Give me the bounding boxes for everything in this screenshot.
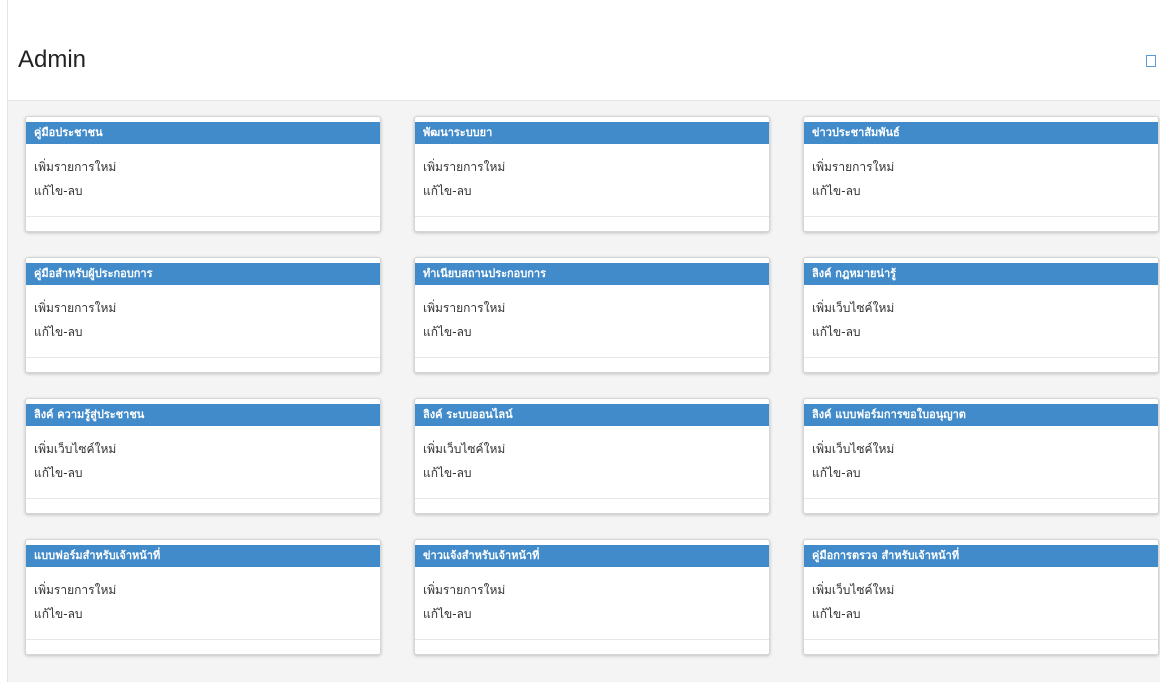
edit-delete-link[interactable]: แก้ไข-ลบ xyxy=(812,605,861,624)
add-new-website-link[interactable]: เพิ่มเว็บไซค์ใหม่ xyxy=(423,440,505,459)
card-online-system-links: ลิงค์ ระบบออนไลน์ เพิ่มเว็บไซค์ใหม่ แก้ไ… xyxy=(414,398,770,514)
card-public-knowledge-links: ลิงค์ ความรู้สู่ประชาชน เพิ่มเว็บไซค์ใหม… xyxy=(25,398,381,514)
card-inspection-manual: คู่มือการตรวจ สำหรับเจ้าหน้าที่ เพิ่มเว็… xyxy=(803,539,1159,655)
admin-page: Admin คู่มือประชาชน เพิ่มรายการใหม่ แก้ไ… xyxy=(0,0,1160,682)
edit-delete-link[interactable]: แก้ไข-ลบ xyxy=(812,464,861,483)
card-title: ลิงค์ ระบบออนไลน์ xyxy=(415,404,769,426)
edit-delete-link[interactable]: แก้ไข-ลบ xyxy=(34,182,83,201)
edit-delete-link[interactable]: แก้ไข-ลบ xyxy=(34,323,83,342)
card-staff-notices: ข่าวแจ้งสำหรับเจ้าหน้าที่ เพิ่มรายการใหม… xyxy=(414,539,770,655)
card-footer xyxy=(415,216,769,231)
edit-delete-link[interactable]: แก้ไข-ลบ xyxy=(34,464,83,483)
card-press-news: ข่าวประชาสัมพันธ์ เพิ่มรายการใหม่ แก้ไข-… xyxy=(803,116,1159,232)
add-new-website-link[interactable]: เพิ่มเว็บไซค์ใหม่ xyxy=(812,299,894,318)
edit-delete-link[interactable]: แก้ไข-ลบ xyxy=(423,182,472,201)
card-footer xyxy=(415,639,769,654)
card-title: คู่มือประชาชน xyxy=(26,122,380,144)
add-new-website-link[interactable]: เพิ่มเว็บไซค์ใหม่ xyxy=(812,581,894,600)
add-new-website-link[interactable]: เพิ่มเว็บไซค์ใหม่ xyxy=(812,440,894,459)
card-title: ข่าวแจ้งสำหรับเจ้าหน้าที่ xyxy=(415,545,769,567)
card-title: ลิงค์ ความรู้สู่ประชาชน xyxy=(26,404,380,426)
add-new-item-link[interactable]: เพิ่มรายการใหม่ xyxy=(34,581,116,600)
add-new-item-link[interactable]: เพิ่มรายการใหม่ xyxy=(34,299,116,318)
page-header: Admin xyxy=(8,22,1160,101)
card-drug-system: พัฒนาระบบยา เพิ่มรายการใหม่ แก้ไข-ลบ xyxy=(414,116,770,232)
card-license-form-links: ลิงค์ แบบฟอร์มการขอใบอนุญาต เพิ่มเว็บไซค… xyxy=(803,398,1159,514)
add-new-item-link[interactable]: เพิ่มรายการใหม่ xyxy=(812,158,894,177)
card-law-links: ลิงค์ กฎหมายน่ารู้ เพิ่มเว็บไซค์ใหม่ แก้… xyxy=(803,257,1159,373)
add-new-item-link[interactable]: เพิ่มรายการใหม่ xyxy=(423,581,505,600)
add-new-item-link[interactable]: เพิ่มรายการใหม่ xyxy=(34,158,116,177)
card-title: ลิงค์ กฎหมายน่ารู้ xyxy=(804,263,1158,285)
card-title: ข่าวประชาสัมพันธ์ xyxy=(804,122,1158,144)
edit-delete-link[interactable]: แก้ไข-ลบ xyxy=(423,605,472,624)
card-operator-manual: คู่มือสำหรับผู้ประกอบการ เพิ่มรายการใหม่… xyxy=(25,257,381,373)
card-footer xyxy=(415,357,769,372)
edit-delete-link[interactable]: แก้ไข-ลบ xyxy=(812,323,861,342)
admin-card-grid: คู่มือประชาชน เพิ่มรายการใหม่ แก้ไข-ลบ พ… xyxy=(8,101,1160,682)
card-staff-forms: แบบฟอร์มสำหรับเจ้าหน้าที่ เพิ่มรายการใหม… xyxy=(25,539,381,655)
card-title: แบบฟอร์มสำหรับเจ้าหน้าที่ xyxy=(26,545,380,567)
card-footer xyxy=(804,639,1158,654)
add-new-item-link[interactable]: เพิ่มรายการใหม่ xyxy=(423,158,505,177)
card-footer xyxy=(26,639,380,654)
card-business-directory: ทำเนียบสถานประกอบการ เพิ่มรายการใหม่ แก้… xyxy=(414,257,770,373)
card-title: ทำเนียบสถานประกอบการ xyxy=(415,263,769,285)
card-people-manual: คู่มือประชาชน เพิ่มรายการใหม่ แก้ไข-ลบ xyxy=(25,116,381,232)
page-title: Admin xyxy=(18,46,87,73)
add-new-website-link[interactable]: เพิ่มเว็บไซค์ใหม่ xyxy=(34,440,116,459)
card-footer xyxy=(26,357,380,372)
card-title: คู่มือการตรวจ สำหรับเจ้าหน้าที่ xyxy=(804,545,1158,567)
card-footer xyxy=(804,216,1158,231)
edit-delete-link[interactable]: แก้ไข-ลบ xyxy=(423,323,472,342)
card-title: คู่มือสำหรับผู้ประกอบการ xyxy=(26,263,380,285)
card-footer xyxy=(26,216,380,231)
card-title: ลิงค์ แบบฟอร์มการขอใบอนุญาต xyxy=(804,404,1158,426)
square-outline-icon[interactable] xyxy=(1146,55,1156,67)
card-footer xyxy=(804,357,1158,372)
add-new-item-link[interactable]: เพิ่มรายการใหม่ xyxy=(423,299,505,318)
card-footer xyxy=(415,498,769,513)
edit-delete-link[interactable]: แก้ไข-ลบ xyxy=(812,182,861,201)
edit-delete-link[interactable]: แก้ไข-ลบ xyxy=(423,464,472,483)
card-footer xyxy=(804,498,1158,513)
edit-delete-link[interactable]: แก้ไข-ลบ xyxy=(34,605,83,624)
card-title: พัฒนาระบบยา xyxy=(415,122,769,144)
card-footer xyxy=(26,498,380,513)
